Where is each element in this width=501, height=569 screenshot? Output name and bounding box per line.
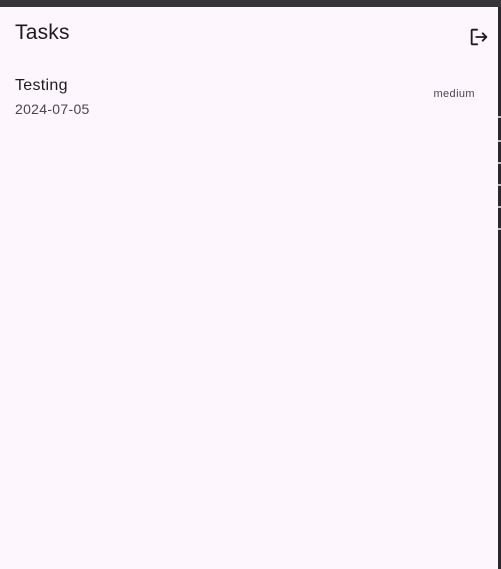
window-top-bar (0, 0, 501, 7)
task-title: Testing (15, 77, 68, 94)
task-item[interactable]: Testing 2024-07-05 medium (0, 69, 498, 125)
task-list: Testing 2024-07-05 medium (0, 69, 498, 125)
logout-button[interactable] (465, 23, 493, 51)
task-priority: medium (433, 88, 475, 100)
app-bar: Tasks (0, 7, 498, 63)
page-title: Tasks (15, 21, 70, 44)
logout-icon (470, 28, 488, 46)
task-date: 2024-07-05 (15, 101, 90, 117)
app-surface: Tasks Testing 2024-07-05 medium (0, 7, 498, 569)
